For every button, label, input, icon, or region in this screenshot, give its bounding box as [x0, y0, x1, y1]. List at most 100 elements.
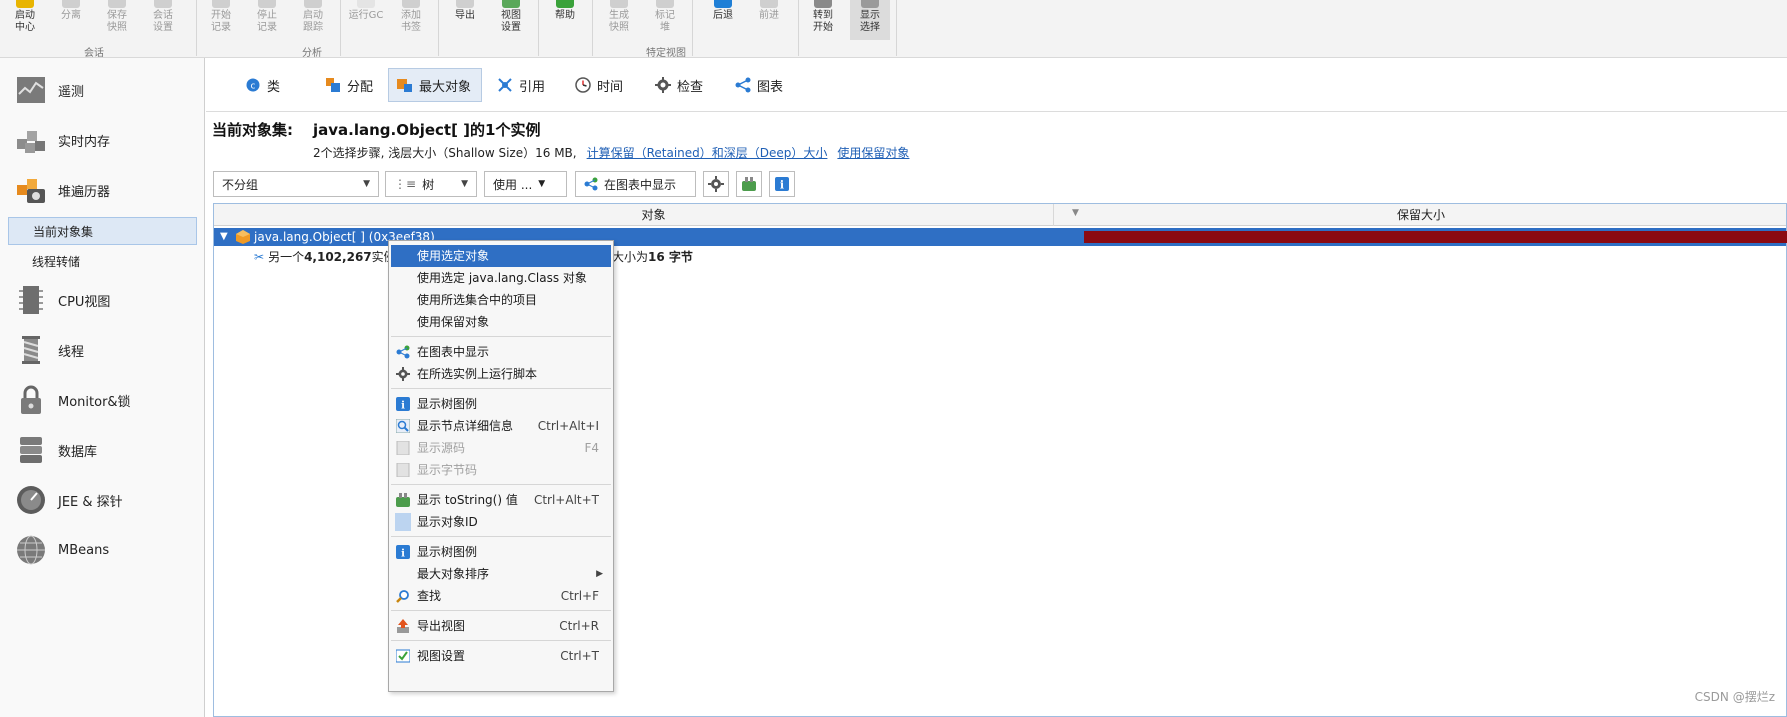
sidebar-subitem-thread-dump[interactable]: 线程转储 [8, 247, 197, 275]
sidebar-item-live-memory[interactable]: 实时内存 [14, 120, 110, 160]
sidebar-item-threads[interactable]: 线程 [14, 330, 84, 370]
help-icon [556, 0, 574, 8]
help-button[interactable]: 帮助 [546, 0, 584, 40]
run-gc-button[interactable]: 运行GC [344, 0, 388, 40]
menu-show-object-ids[interactable]: 显示对象ID [391, 511, 611, 533]
menu-separator [391, 388, 611, 389]
sidebar-item-jee-probes[interactable]: JEE & 探针 [14, 480, 123, 520]
menu-use-retained-objects[interactable]: 使用保留对象 [391, 311, 611, 333]
mark-heap-button[interactable]: 标记 堆 [646, 0, 684, 40]
summary-text: 2个选择步骤, 浅层大小（Shallow Size）16 MB, [313, 146, 577, 160]
menu-separator [391, 484, 611, 485]
menu-separator [391, 640, 611, 641]
tostring-values-button[interactable] [736, 171, 762, 197]
grouping-select[interactable]: 不分组 ▼ [213, 171, 379, 197]
sidebar-item-mbeans[interactable]: MBeans [14, 530, 109, 570]
stop-recording-icon [258, 0, 276, 8]
add-bookmark-button[interactable]: 添加 书签 [392, 0, 430, 40]
go-to-start-icon [814, 0, 832, 8]
bookmark-icon [402, 0, 420, 8]
forward-button[interactable]: 前进 [750, 0, 788, 40]
view-settings-button[interactable]: 视图 设置 [492, 0, 530, 40]
search-icon [395, 588, 411, 604]
session-settings-button[interactable]: 会话 设置 [144, 0, 182, 40]
menu-use-collection-elements[interactable]: 使用所选集合中的项目 [391, 289, 611, 311]
menu-show-bytecode[interactable]: 显示字节码 [391, 459, 611, 481]
start-tracking-button[interactable]: 启动 跟踪 [294, 0, 332, 40]
show-selection-button[interactable]: 显示 选择 [850, 0, 890, 40]
run-script-button[interactable] [703, 171, 729, 197]
use-retained-objects-link[interactable]: 使用保留对象 [837, 146, 909, 160]
magnifier-icon [395, 418, 411, 434]
tostring-icon [741, 176, 757, 192]
export-button[interactable]: 导出 [446, 0, 484, 40]
tab-time[interactable]: 时间 [566, 68, 634, 102]
sidebar-item-telemetry[interactable]: 遥测 [14, 70, 84, 110]
info-icon: i [395, 396, 411, 412]
menu-show-in-graph[interactable]: 在图表中显示 [391, 341, 611, 363]
show-selection-icon [861, 0, 879, 8]
ribbon-toolbar: 启动 中心 分离 保存 快照 会话 设置 会话 开始 记录 停止 记录 启动 跟… [0, 0, 1787, 59]
take-snapshot-button[interactable]: 生成 快照 [600, 0, 638, 40]
tab-references[interactable]: 引用 [488, 68, 556, 102]
group-label-profiling: 分析 [302, 48, 322, 59]
tab-graph[interactable]: 图表 [726, 68, 794, 102]
clock-icon [575, 77, 591, 93]
sidebar-item-databases[interactable]: 数据库 [14, 430, 97, 470]
menu-biggest-objects-sorting[interactable]: 最大对象排序 ▶ [391, 563, 611, 585]
group-label-view-specific: 特定视图 [646, 48, 686, 59]
menu-use-selected-class-objects[interactable]: 使用选定 java.lang.Class 对象 [391, 267, 611, 289]
menu-show-source[interactable]: 显示源码 F4 [391, 437, 611, 459]
telemetry-icon [14, 74, 48, 106]
app-window: 启动 中心 分离 保存 快照 会话 设置 会话 开始 记录 停止 记录 启动 跟… [0, 0, 1787, 717]
tab-allocations[interactable]: 分配 [316, 68, 384, 102]
start-tracking-icon [304, 0, 322, 8]
live-memory-icon [14, 124, 48, 156]
other-instances-size: 大小为16 字节 [612, 250, 693, 264]
expand-toggle-icon[interactable]: ▼ [220, 228, 228, 246]
tab-inspections[interactable]: 检查 [646, 68, 714, 102]
start-center-button[interactable]: 启动 中心 [6, 0, 44, 40]
menu-show-tostring-values[interactable]: 显示 toString() 值 Ctrl+Alt+T [391, 489, 611, 511]
sidebar-subitem-current-object-set[interactable]: 当前对象集 [8, 217, 197, 245]
menu-show-tree-legend-2[interactable]: i 显示树图例 [391, 541, 611, 563]
menu-run-script[interactable]: 在所选实例上运行脚本 [391, 363, 611, 385]
sidebar-item-monitors-locks[interactable]: Monitor&锁 [14, 380, 131, 420]
show-in-graph-button[interactable]: 在图表中显示 [575, 171, 696, 197]
menu-show-tree-legend[interactable]: i 显示树图例 [391, 393, 611, 415]
menu-find[interactable]: 查找 Ctrl+F [391, 585, 611, 607]
calculate-retained-sizes-link[interactable]: 计算保留（Retained）和深层（Deep）大小 [587, 146, 828, 160]
ribbon-separator [340, 0, 341, 56]
gauge-icon [14, 484, 48, 516]
go-to-start-button[interactable]: 转到 开始 [804, 0, 842, 40]
tree-legend-button[interactable]: i [769, 171, 795, 197]
view-mode-select[interactable]: ⋮≡ 树 ▼ [385, 171, 477, 197]
menu-export-view[interactable]: 导出视图 Ctrl+R [391, 615, 611, 637]
sidebar-item-heap-walker[interactable]: 堆遍历器 [14, 170, 110, 210]
column-header-retained-size[interactable]: 保留大小 [1054, 204, 1787, 226]
cpu-icon [14, 284, 48, 316]
graph-icon [395, 344, 411, 360]
back-button[interactable]: 后退 [704, 0, 742, 40]
back-arrow-icon [714, 0, 732, 8]
start-recording-icon [212, 0, 230, 8]
menu-use-selected-objects[interactable]: 使用选定对象 [391, 245, 611, 267]
graph-icon [735, 77, 751, 93]
stop-recording-button[interactable]: 停止 记录 [248, 0, 286, 40]
tree-icon: ⋮≡ [394, 177, 417, 191]
object-array-icon [236, 230, 250, 244]
menu-show-node-details[interactable]: 显示节点详细信息 Ctrl+Alt+I [391, 415, 611, 437]
table-row-other-instances[interactable]: ✂ 另一个4,102,267实例 [254, 248, 396, 266]
tab-biggest-objects[interactable]: 最大对象 [388, 68, 483, 102]
save-snapshot-button[interactable]: 保存 快照 [98, 0, 136, 40]
use-dropdown-button[interactable]: 使用 ... ▼ [484, 171, 567, 197]
heap-walker-icon [14, 174, 48, 206]
tab-classes[interactable]: c 类 [236, 68, 291, 102]
ribbon-separator [692, 0, 693, 56]
start-recording-button[interactable]: 开始 记录 [202, 0, 240, 40]
start-center-icon [16, 0, 34, 8]
detach-button[interactable]: 分离 [52, 0, 90, 40]
sidebar-item-cpu-views[interactable]: CPU视图 [14, 280, 110, 320]
column-header-object[interactable]: 对象 [254, 204, 1054, 226]
menu-view-settings[interactable]: 视图设置 Ctrl+T [391, 645, 611, 667]
